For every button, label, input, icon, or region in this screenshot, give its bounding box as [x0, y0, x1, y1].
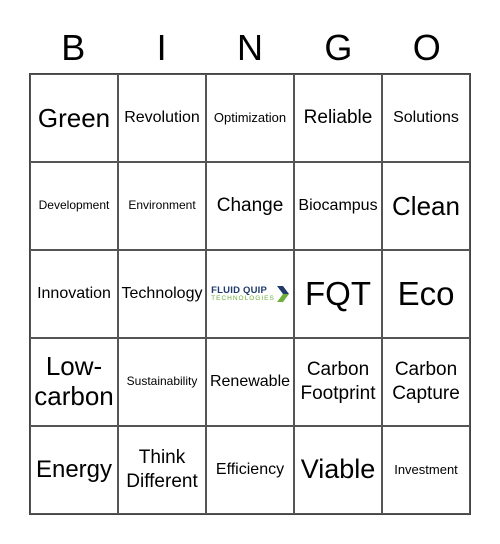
- bingo-cell[interactable]: Investment: [382, 426, 470, 514]
- bingo-cell[interactable]: Renewable: [206, 338, 294, 426]
- header-letter-g: G: [324, 27, 353, 68]
- header-letter-o: O: [412, 27, 441, 68]
- bingo-card: Green Revolution Optimization Reliable S…: [29, 73, 471, 515]
- bingo-cell[interactable]: Environment: [118, 162, 206, 250]
- bingo-cell[interactable]: Energy: [30, 426, 118, 514]
- logo-line-2: TECHNOLOGIES: [211, 294, 275, 302]
- bingo-cell[interactable]: Technology: [118, 250, 206, 338]
- bingo-cell[interactable]: FQT: [294, 250, 382, 338]
- bingo-cell[interactable]: Reliable: [294, 74, 382, 162]
- header-letter-n: N: [236, 27, 263, 68]
- bingo-cell[interactable]: Green: [30, 74, 118, 162]
- bingo-cell[interactable]: Development: [30, 162, 118, 250]
- bingo-cell[interactable]: Low-carbon: [30, 338, 118, 426]
- bingo-cell[interactable]: Biocampus: [294, 162, 382, 250]
- bingo-header: B I N G O: [29, 24, 471, 72]
- bingo-cell[interactable]: Carbon Footprint: [294, 338, 382, 426]
- bingo-cell[interactable]: Innovation: [30, 250, 118, 338]
- bingo-cell[interactable]: Change: [206, 162, 294, 250]
- bingo-cell[interactable]: Efficiency: [206, 426, 294, 514]
- fluid-quip-logo: FLUID QUIP TECHNOLOGIES: [211, 286, 289, 302]
- bingo-cell[interactable]: Solutions: [382, 74, 470, 162]
- header-letter-b: B: [61, 27, 86, 68]
- bingo-cell[interactable]: Revolution: [118, 74, 206, 162]
- bingo-cell[interactable]: Think Different: [118, 426, 206, 514]
- bingo-cell[interactable]: Carbon Capture: [382, 338, 470, 426]
- bingo-cell[interactable]: Viable: [294, 426, 382, 514]
- bingo-cell[interactable]: Optimization: [206, 74, 294, 162]
- bingo-cell[interactable]: Sustainability: [118, 338, 206, 426]
- header-letter-i: I: [156, 27, 167, 68]
- bingo-cell[interactable]: Eco: [382, 250, 470, 338]
- free-space-cell[interactable]: FLUID QUIP TECHNOLOGIES: [206, 250, 294, 338]
- chevron-right-icon: [276, 286, 289, 302]
- bingo-cell[interactable]: Clean: [382, 162, 470, 250]
